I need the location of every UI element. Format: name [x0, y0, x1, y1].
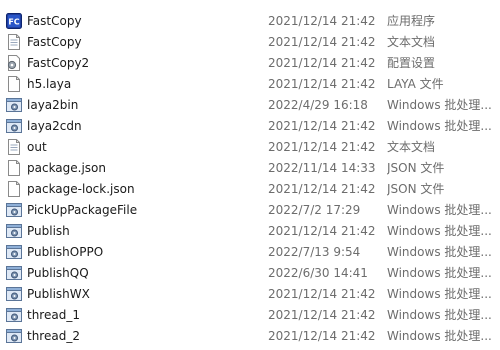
file-date: 2021/12/14 21:42	[268, 13, 376, 28]
file-name: package-lock.json	[27, 181, 135, 196]
svg-text:FC: FC	[8, 17, 19, 26]
file-row[interactable]: FastCopy2 2021/12/14 21:42 配置设置	[0, 52, 500, 73]
file-date: 2022/7/2 17:29	[268, 202, 361, 217]
file-date: 2021/12/14 21:42	[268, 286, 376, 301]
file-type: 文本文档	[387, 140, 436, 154]
file-type: Windows 批处理...	[387, 98, 492, 112]
file-row[interactable]: Publish 2021/12/14 21:42 Windows 批处理...	[0, 220, 500, 241]
file-date: 2021/12/14 21:42	[268, 55, 376, 70]
file-date: 2022/7/13 9:54	[268, 244, 361, 259]
text-file-icon	[6, 33, 22, 50]
file-type: 应用程序	[387, 14, 436, 28]
batch-file-icon	[6, 96, 22, 113]
file-name: thread_1	[27, 307, 80, 322]
file-name: PublishOPPO	[27, 244, 104, 259]
file-name: package.json	[27, 160, 107, 175]
file-row[interactable]: PickUpPackageFile 2022/7/2 17:29 Windows…	[0, 199, 500, 220]
batch-file-icon	[6, 306, 22, 323]
file-row[interactable]: laya2bin 2022/4/29 16:18 Windows 批处理...	[0, 94, 500, 115]
file-type: Windows 批处理...	[387, 203, 492, 217]
file-name: Publish	[27, 223, 70, 238]
file-row[interactable]: PublishWX 2021/12/14 21:42 Windows 批处理..…	[0, 283, 500, 304]
fastcopy-app-icon: FC	[6, 12, 22, 29]
blank-file-icon	[6, 75, 22, 92]
batch-file-icon	[6, 201, 22, 218]
file-name: out	[27, 139, 47, 154]
file-type: 配置设置	[387, 56, 436, 70]
file-row[interactable]: thread_1 2021/12/14 21:42 Windows 批处理...	[0, 304, 500, 325]
file-date: 2021/12/14 21:42	[268, 34, 376, 49]
file-row[interactable]: FastCopy 2021/12/14 21:42 文本文档	[0, 31, 500, 52]
config-file-icon	[6, 54, 22, 71]
file-date: 2022/11/14 14:33	[268, 160, 376, 175]
file-type: Windows 批处理...	[387, 245, 492, 259]
file-row[interactable]: package.json 2022/11/14 14:33 JSON 文件	[0, 157, 500, 178]
file-name: PickUpPackageFile	[27, 202, 138, 217]
file-type: Windows 批处理...	[387, 329, 492, 343]
file-type: Windows 批处理...	[387, 266, 492, 280]
file-type: Windows 批处理...	[387, 224, 492, 238]
file-type: JSON 文件	[387, 161, 445, 175]
file-row[interactable]: package-lock.json 2021/12/14 21:42 JSON …	[0, 178, 500, 199]
file-row[interactable]: PublishQQ 2022/6/30 14:41 Windows 批处理...	[0, 262, 500, 283]
file-row[interactable]: PublishOPPO 2022/7/13 9:54 Windows 批处理..…	[0, 241, 500, 262]
batch-file-icon	[6, 285, 22, 302]
file-date: 2021/12/14 21:42	[268, 223, 376, 238]
file-name: FastCopy2	[27, 55, 90, 70]
file-name: FastCopy	[27, 34, 82, 49]
blank-file-icon	[6, 180, 22, 197]
file-name: laya2cdn	[27, 118, 82, 133]
file-list: FC FastCopy 2021/12/14 21:42 应用程序 FastCo…	[0, 0, 500, 350]
file-date: 2021/12/14 21:42	[268, 118, 376, 133]
file-date: 2021/12/14 21:42	[268, 139, 376, 154]
file-type: LAYA 文件	[387, 77, 444, 91]
file-date: 2021/12/14 21:42	[268, 76, 376, 91]
file-type: JSON 文件	[387, 182, 445, 196]
batch-file-icon	[6, 222, 22, 239]
file-row[interactable]: thread_2 2021/12/14 21:42 Windows 批处理...	[0, 325, 500, 346]
file-date: 2021/12/14 21:42	[268, 181, 376, 196]
file-date: 2021/12/14 21:42	[268, 307, 376, 322]
file-type: Windows 批处理...	[387, 287, 492, 301]
file-row[interactable]: laya2cdn 2021/12/14 21:42 Windows 批处理...	[0, 115, 500, 136]
file-name: FastCopy	[27, 13, 82, 28]
file-row[interactable]: out 2021/12/14 21:42 文本文档	[0, 136, 500, 157]
file-name: PublishWX	[27, 286, 90, 301]
text-file-icon	[6, 138, 22, 155]
file-type: Windows 批处理...	[387, 308, 492, 322]
batch-file-icon	[6, 327, 22, 344]
file-date: 2022/6/30 14:41	[268, 265, 368, 280]
file-date: 2021/12/14 21:42	[268, 328, 376, 343]
batch-file-icon	[6, 117, 22, 134]
batch-file-icon	[6, 264, 22, 281]
file-name: h5.laya	[27, 76, 72, 91]
file-row[interactable]: FC FastCopy 2021/12/14 21:42 应用程序	[0, 10, 500, 31]
file-name: PublishQQ	[27, 265, 89, 280]
batch-file-icon	[6, 243, 22, 260]
file-date: 2022/4/29 16:18	[268, 97, 368, 112]
file-type: Windows 批处理...	[387, 119, 492, 133]
file-type: 文本文档	[387, 35, 436, 49]
blank-file-icon	[6, 159, 22, 176]
file-name: laya2bin	[27, 97, 79, 112]
file-row[interactable]: h5.laya 2021/12/14 21:42 LAYA 文件	[0, 73, 500, 94]
file-name: thread_2	[27, 328, 80, 343]
